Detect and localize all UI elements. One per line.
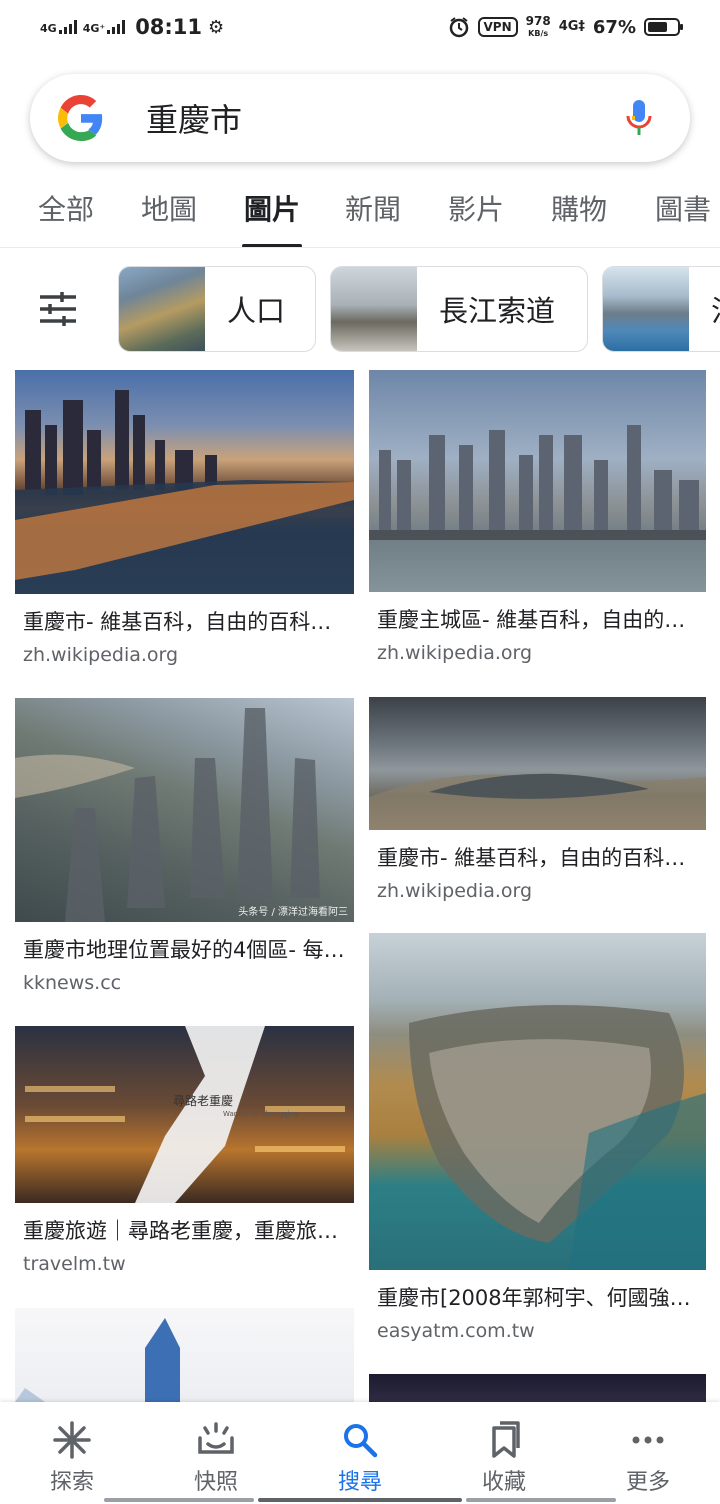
tower-image (15, 1318, 180, 1402)
tab-books[interactable]: 圖書 (655, 188, 711, 228)
nav-label: 快照 (193, 1470, 238, 1495)
tab-maps[interactable]: 地圖 (141, 188, 197, 228)
overlay-text: 尋路老重慶 (173, 1094, 234, 1108)
google-logo-icon[interactable] (58, 95, 104, 141)
nav-label: 收藏 (481, 1470, 526, 1495)
nav-label: 更多 (625, 1470, 670, 1495)
nav-collections[interactable]: 收藏 (432, 1402, 576, 1504)
tab-news[interactable]: 新聞 (345, 188, 401, 228)
related-chips: 人口 長江索道 洪 (0, 264, 720, 354)
speed-unit: KB/s (528, 28, 549, 38)
tab-shopping[interactable]: 購物 (551, 188, 607, 228)
tab-all[interactable]: 全部 (38, 188, 94, 228)
result-title[interactable]: 重慶市地理位置最好的4個區- 每日頭條 (23, 934, 347, 964)
image-result[interactable]: 重慶市- 維基百科，自由的百科全書 zh.wikipedia.org (369, 697, 706, 902)
image-result[interactable] (369, 1374, 706, 1402)
result-title[interactable]: 重慶市[2008年郭柯宇、何國強主演] (377, 1282, 701, 1312)
search-tabs: 全部 地圖 圖片 新聞 影片 購物 圖書 (0, 178, 720, 248)
vpn-badge: VPN (477, 17, 518, 37)
image-watermark: 头条号 / 漂洋过海看阿三 (238, 907, 348, 918)
result-title[interactable]: 重慶主城區- 維基百科，自由的百科全書 (377, 604, 701, 634)
more-icon (632, 1436, 664, 1444)
network-type-2: 4G⁺ (82, 22, 106, 35)
network-type-1: 4G (40, 22, 57, 35)
chip-thumbnail (331, 267, 417, 351)
city-peninsula-image (369, 773, 706, 830)
gesture-bar (466, 1498, 616, 1502)
image-result[interactable]: 重慶主城區- 維基百科，自由的百科全書 zh.wikipedia.org (369, 370, 706, 664)
signal-bars-icon (107, 20, 126, 34)
city-night-skyline (15, 390, 354, 594)
result-title[interactable]: 重慶市- 維基百科，自由的百科全書 (377, 842, 701, 872)
gesture-bar (104, 1498, 254, 1502)
result-title[interactable]: 重慶旅遊｜尋路老重慶，重慶旅遊攻略 (23, 1215, 347, 1245)
result-source: easyatm.com.tw (377, 1320, 535, 1342)
tab-videos[interactable]: 影片 (448, 188, 504, 228)
chip-label: 洪 (689, 288, 720, 330)
search-bar[interactable]: 重慶市 (30, 74, 690, 162)
image-result[interactable]: 头条号 / 漂洋过海看阿三 重慶市地理位置最好的4個區- 每日頭條 kknews… (15, 698, 354, 994)
bookmark-icon (492, 1421, 520, 1458)
alarm-icon (449, 17, 468, 38)
search-input[interactable]: 重慶市 (146, 95, 624, 141)
nav-snapshot[interactable]: 快照 (144, 1402, 288, 1504)
gear-icon: ⚙ (208, 16, 225, 38)
search-icon (344, 1424, 378, 1458)
image-result[interactable]: 重慶市[2008年郭柯宇、何國強主演] easyatm.com.tw (369, 933, 706, 1342)
nav-label: 探索 (49, 1470, 94, 1495)
gesture-bar (258, 1498, 462, 1502)
result-image[interactable]: 尋路老重慶 Wander in Chongqing (15, 1026, 354, 1203)
clock: 08:11 (135, 15, 203, 39)
result-image[interactable] (15, 1308, 354, 1402)
image-result[interactable]: 重慶市- 維基百科，自由的百科全書 zh.wikipedia.org (15, 370, 354, 666)
status-bar: 4G 4G⁺ 08:11 ⚙ VPN 978 KB/s 4G‡ 67% (0, 0, 720, 54)
nav-search[interactable]: 搜尋 (288, 1402, 432, 1504)
result-source: kknews.cc (23, 972, 122, 994)
result-title[interactable]: 重慶市- 維基百科，自由的百科全書 (23, 606, 347, 636)
bottom-navigation: 探索 快照 搜尋 收藏 更多 (0, 1402, 720, 1504)
result-image[interactable]: 头条号 / 漂洋过海看阿三 (15, 698, 354, 922)
snapshot-icon (198, 1422, 234, 1454)
battery-icon (644, 18, 683, 36)
image-result[interactable] (15, 1308, 354, 1402)
result-image[interactable] (15, 370, 354, 594)
result-image[interactable] (369, 697, 706, 830)
network-speed: 978 KB/s (525, 13, 551, 39)
chip-label: 長江索道 (439, 294, 556, 328)
result-source: zh.wikipedia.org (377, 880, 533, 902)
signal-2: 4G⁺ (83, 20, 126, 34)
battery-percent: 67% (592, 16, 636, 38)
image-result[interactable]: 尋路老重慶 Wander in Chongqing 重慶旅遊｜尋路老重慶，重慶旅… (15, 1026, 354, 1275)
nav-label: 搜尋 (337, 1470, 382, 1495)
result-source: travelm.tw (23, 1253, 126, 1275)
asterisk-icon (53, 1421, 91, 1459)
chip-thumbnail (603, 267, 689, 351)
network-type-3: 4G‡ (558, 19, 585, 34)
city-aerial (15, 708, 320, 922)
nav-more[interactable]: 更多 (576, 1402, 720, 1504)
chip-thumbnail (119, 267, 205, 351)
result-image[interactable] (369, 370, 706, 592)
speed-value: 978 (525, 13, 551, 28)
travel-banner-image (25, 1026, 345, 1203)
chip-yangtze-cableway[interactable]: 長江索道 (330, 266, 588, 352)
overlay-text-en: Wander in Chongqing (223, 1110, 299, 1118)
result-image[interactable] (369, 1374, 706, 1402)
chip-label: 人口 (227, 294, 286, 328)
result-source: zh.wikipedia.org (377, 642, 533, 664)
city-skyline (369, 425, 706, 540)
chip-third[interactable]: 洪 (602, 266, 720, 352)
microphone-icon[interactable] (624, 98, 654, 138)
tab-images[interactable]: 圖片 (241, 188, 303, 247)
chip-population[interactable]: 人口 (118, 266, 316, 352)
result-source: zh.wikipedia.org (23, 644, 179, 666)
signal-1: 4G (40, 20, 77, 34)
chongqing-peninsula-aerial (409, 1005, 706, 1270)
nav-discover[interactable]: 探索 (0, 1402, 144, 1504)
result-image[interactable] (369, 933, 706, 1270)
signal-bars-icon (58, 20, 77, 34)
filter-icon[interactable] (40, 292, 76, 326)
